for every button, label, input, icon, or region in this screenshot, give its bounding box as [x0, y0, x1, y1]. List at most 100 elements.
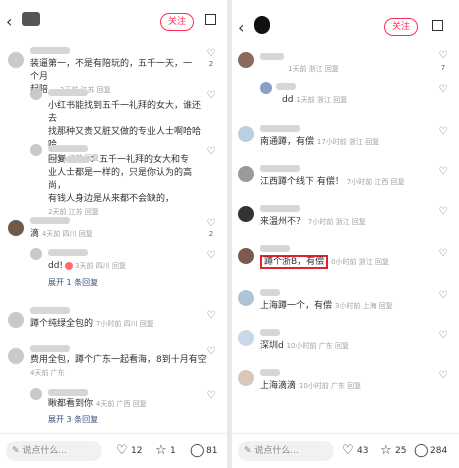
like-icon[interactable]: ♡: [342, 443, 354, 458]
reply-author[interactable]: [48, 388, 88, 398]
comment-author[interactable]: [260, 368, 280, 378]
avatar[interactable]: [238, 290, 254, 306]
like-total: 12: [131, 446, 143, 456]
comment-author[interactable]: [30, 216, 70, 226]
avatar[interactable]: [8, 52, 24, 68]
comment-text: 深圳d 10小时前 广东 回复: [260, 341, 349, 351]
left-comment-panel: ‹ 关注 装逼第一，不是有陪玩的，五千一天，一个月 起陪， 2天前 江苏 回复 …: [0, 0, 227, 468]
reply-text: dd! 3天前 四川 回复: [48, 261, 126, 271]
like-count: 2: [208, 230, 214, 238]
comment-total: 81: [206, 446, 218, 456]
like-heart-icon[interactable]: ♡: [437, 290, 449, 301]
like-heart-icon[interactable]: ♡: [437, 166, 449, 177]
share-icon[interactable]: [205, 14, 216, 25]
avatar[interactable]: [238, 52, 254, 68]
comment-author[interactable]: [260, 164, 300, 174]
comment-text: 江西蹲个线下 有偿！ 7小时前 江西 回复: [260, 177, 405, 187]
like-heart-icon[interactable]: ♡: [437, 370, 449, 381]
emoji-icon: [65, 261, 74, 270]
avatar[interactable]: [238, 248, 254, 264]
comment-author[interactable]: [260, 288, 280, 298]
comment-author[interactable]: [260, 204, 300, 214]
like-icon[interactable]: ♡: [116, 443, 128, 458]
comment-text: 蹲个浙B，有偿 0小时前 浙江 回复: [260, 255, 389, 269]
avatar[interactable]: [238, 330, 254, 346]
back-arrow-icon[interactable]: ‹: [6, 12, 12, 31]
comment-input[interactable]: ✎ 说点什么...: [6, 441, 102, 461]
avatar[interactable]: [30, 144, 42, 156]
follow-button[interactable]: 关注: [160, 13, 195, 31]
author-avatar[interactable]: [22, 12, 40, 26]
like-heart-icon[interactable]: ♡: [205, 48, 217, 59]
reply-author[interactable]: [48, 88, 88, 98]
like-heart-icon[interactable]: ♡: [437, 84, 449, 95]
comment-author[interactable]: [30, 344, 70, 354]
like-heart-icon[interactable]: ♡: [437, 126, 449, 137]
comment-icon[interactable]: ◯: [190, 443, 205, 458]
reply-author[interactable]: [48, 248, 88, 258]
comment-author[interactable]: [30, 46, 70, 56]
star-icon[interactable]: ☆: [380, 443, 392, 458]
star-total: 25: [395, 446, 407, 456]
reply-text: 瞅都看到你 4天前 广西 回复: [48, 399, 147, 409]
comment-text: 滴 4天前 四川 回复: [30, 229, 93, 239]
like-heart-icon[interactable]: ♡: [437, 248, 449, 259]
bottom-action-bar: ✎ 说点什么... ♡ 12 ☆ 1 ◯ 81: [0, 433, 227, 468]
avatar[interactable]: [238, 126, 254, 142]
like-heart-icon[interactable]: ♡: [437, 50, 449, 61]
like-heart-icon[interactable]: ♡: [437, 330, 449, 341]
like-heart-icon[interactable]: ♡: [205, 146, 217, 157]
like-count: 2: [208, 60, 214, 68]
comment-author[interactable]: [260, 244, 290, 254]
avatar[interactable]: [8, 348, 24, 364]
comment-text: 来温州不？ 7小时前 浙江 回复: [260, 217, 366, 227]
bottom-action-bar: ✎ 说点什么... ♡ 43 ☆ 25 ◯ 284: [232, 433, 459, 468]
star-icon[interactable]: ☆: [155, 443, 167, 458]
comment-author[interactable]: [260, 124, 300, 134]
avatar[interactable]: [238, 370, 254, 386]
reply-author[interactable]: [48, 144, 88, 154]
avatar[interactable]: [260, 82, 272, 94]
like-heart-icon[interactable]: ♡: [205, 90, 217, 101]
comment-text: 南通蹲，有偿 17小时前 浙江 回复: [260, 137, 380, 147]
avatar[interactable]: [30, 248, 42, 260]
comment-input[interactable]: ✎ 说点什么...: [238, 441, 334, 461]
comment-author[interactable]: [260, 52, 284, 62]
comment-total: 284: [430, 446, 448, 456]
follow-button[interactable]: 关注: [384, 18, 419, 36]
back-arrow-icon[interactable]: ‹: [238, 18, 244, 37]
like-heart-icon[interactable]: ♡: [205, 250, 217, 261]
highlight-box: 蹲个浙B，有偿: [260, 255, 329, 269]
like-count: 7: [440, 64, 446, 72]
author-avatar[interactable]: [254, 16, 270, 34]
reply-text: dd 1天前 浙江 回复: [282, 95, 348, 105]
comment-text: 费用全包，蹲个广东一起看海，8到十月有空 4天前 广东: [30, 355, 207, 377]
like-heart-icon[interactable]: ♡: [437, 206, 449, 217]
expand-replies-link[interactable]: 展开 3 条回复: [48, 414, 98, 425]
avatar[interactable]: [8, 220, 24, 236]
like-heart-icon[interactable]: ♡: [205, 346, 217, 357]
comment-text: 蹲个纯绿全包的 7小时前 四川 回复: [30, 319, 154, 329]
comment-author[interactable]: [30, 306, 70, 316]
comment-text: 上海滴滴 10小时前 广东 回复: [260, 381, 362, 391]
comment-text: 上海蹲一个，有偿 3小时前 上海 回复: [260, 301, 393, 311]
like-heart-icon[interactable]: ♡: [205, 310, 217, 321]
star-total: 1: [170, 446, 176, 456]
reply-author[interactable]: [276, 82, 296, 92]
expand-replies-link[interactable]: 展开 1 条回复: [48, 277, 98, 288]
avatar[interactable]: [30, 88, 42, 100]
comment-icon[interactable]: ◯: [414, 443, 429, 458]
comment-author[interactable]: [260, 328, 280, 338]
top-bar: ‹ 关注: [232, 0, 459, 40]
avatar[interactable]: [238, 166, 254, 182]
like-heart-icon[interactable]: ♡: [205, 218, 217, 229]
avatar[interactable]: [8, 312, 24, 328]
reply-text: 回复 ：五千一礼拜的女大和专 业人士都是一样的，只是你认为的高尚， 有钱人身边是从…: [48, 155, 193, 216]
top-bar: ‹ 关注: [0, 0, 227, 40]
like-heart-icon[interactable]: ♡: [205, 390, 217, 401]
right-comment-panel: ‹ 关注 1天前 浙江 回复 ♡ 7 dd 1天前 浙江 回复 ♡ 南通蹲，有偿…: [232, 0, 459, 468]
avatar[interactable]: [238, 206, 254, 222]
avatar[interactable]: [30, 388, 42, 400]
like-total: 43: [357, 446, 369, 456]
share-icon[interactable]: [432, 20, 443, 31]
